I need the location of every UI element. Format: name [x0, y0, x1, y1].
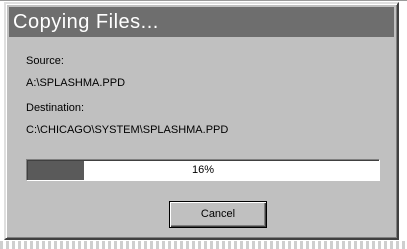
copy-dialog: Copying Files... Source: A:\SPLASHMA.PPD…: [4, 2, 399, 240]
source-path: A:\SPLASHMA.PPD: [26, 77, 126, 89]
source-label: Source:: [26, 55, 64, 67]
screen: Copying Files... Source: A:\SPLASHMA.PPD…: [0, 0, 407, 249]
cancel-button[interactable]: Cancel: [169, 201, 267, 228]
background-remnant: [0, 241, 407, 249]
progress-percent: 16%: [191, 164, 215, 176]
destination-path: C:\CHICAGO\SYSTEM\SPLASHMA.PPD: [26, 124, 229, 136]
destination-label: Destination:: [26, 102, 85, 114]
background-edge: [0, 0, 407, 1]
title-bar[interactable]: Copying Files...: [9, 7, 394, 37]
progress-bar: 16%: [26, 159, 380, 181]
dialog-title: Copying Files...: [13, 11, 159, 33]
